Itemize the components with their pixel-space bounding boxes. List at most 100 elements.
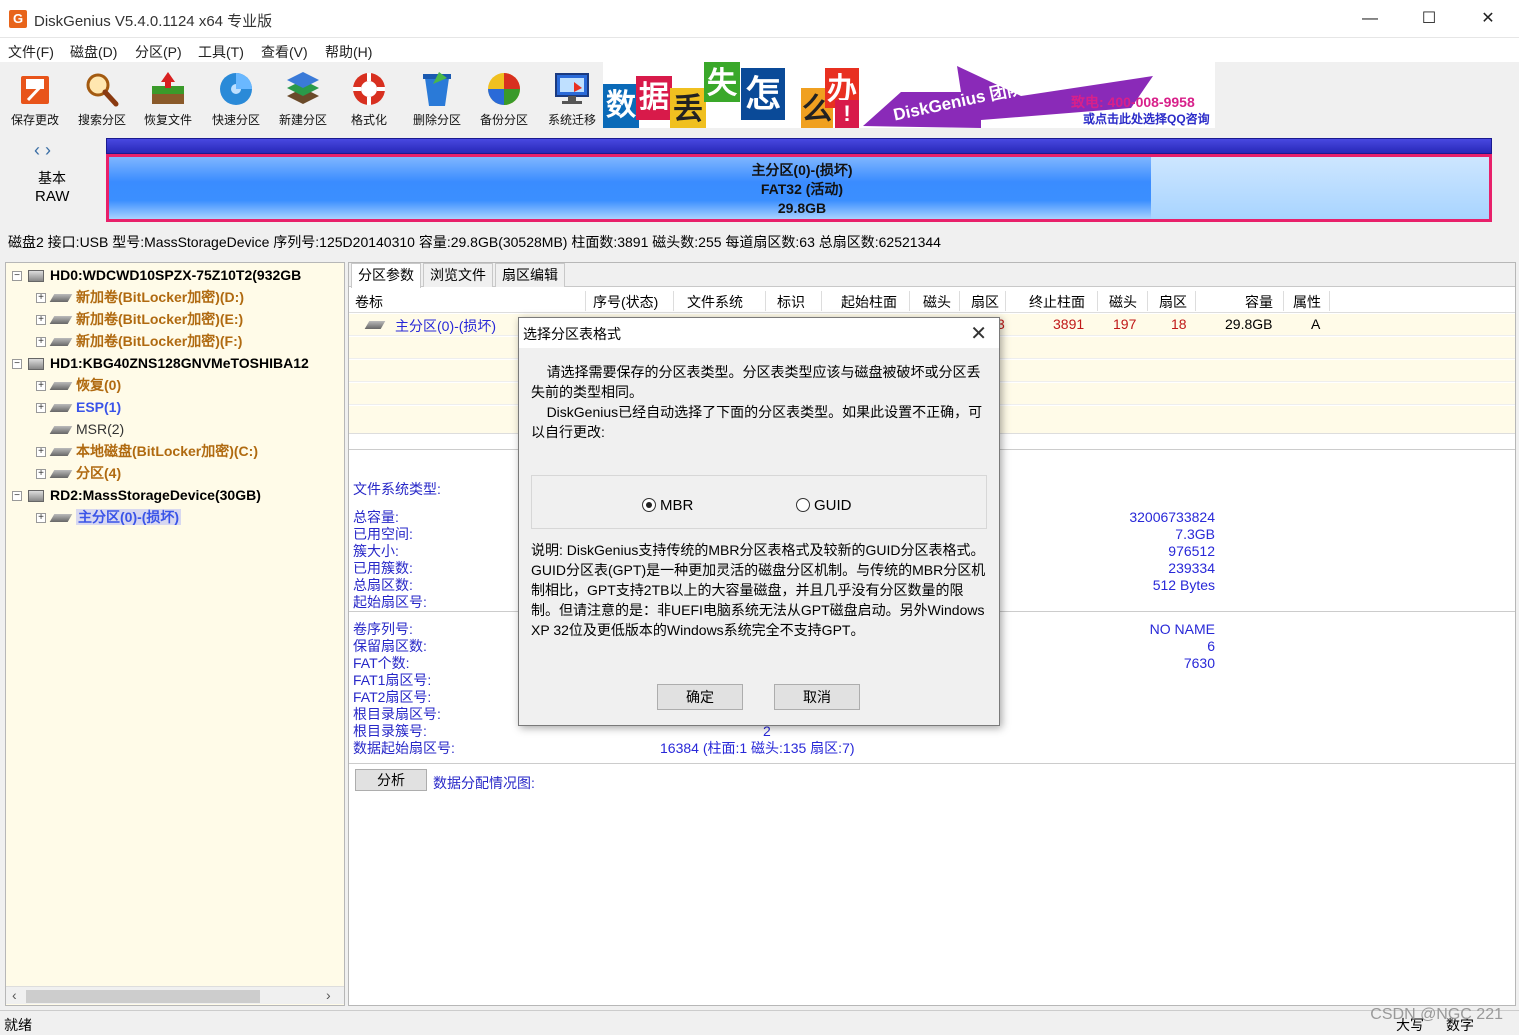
partition-icon	[49, 382, 73, 391]
tree-msr-partition[interactable]: MSR(2)	[49, 418, 124, 440]
hard-disk-icon	[28, 490, 44, 503]
search-partition-button[interactable]: 搜索分区	[70, 64, 134, 128]
system-migration-button[interactable]: 系统迁移	[540, 64, 604, 128]
quick-partition-button[interactable]: 快速分区	[204, 64, 268, 128]
collapse-icon[interactable]: −	[12, 491, 22, 502]
row-attribute: A	[1311, 316, 1321, 332]
menu-tools[interactable]: 工具(T)	[198, 42, 244, 62]
tree-volume-f[interactable]: + 新加卷(BitLocker加密)(F:)	[36, 330, 242, 352]
cancel-button[interactable]: 取消	[774, 684, 860, 710]
disk-nav-arrows[interactable]: ‹ ›	[34, 140, 51, 161]
save-changes-button[interactable]: 保存更改	[3, 64, 67, 128]
row-end-head: 197	[1113, 316, 1137, 332]
col-start-head[interactable]: 磁头	[923, 292, 951, 312]
dialog-title: 选择分区表格式	[523, 326, 621, 342]
tree-volume-d[interactable]: + 新加卷(BitLocker加密)(D:)	[36, 286, 244, 308]
dialog-intro-text: 请选择需要保存的分区表类型。分区表类型应该与磁盘被破坏或分区丢失前的类型相同。 …	[531, 364, 983, 440]
guid-radio[interactable]: GUID	[796, 497, 852, 514]
dialog-close-icon[interactable]: ✕	[970, 321, 987, 346]
app-logo-icon: G	[9, 10, 27, 28]
tree-volume-e[interactable]: + 新加卷(BitLocker加密)(E:)	[36, 308, 243, 330]
info-value-reserved: 6	[1207, 638, 1215, 654]
tab-partition-params[interactable]: 分区参数	[351, 263, 421, 288]
collapse-icon[interactable]: −	[12, 271, 22, 282]
col-start-cylinder[interactable]: 起始柱面	[841, 292, 897, 312]
banner-qq-link[interactable]: 或点击此处选择QQ咨询	[1083, 110, 1210, 127]
info-label-fat1-sector: FAT1扇区号:	[353, 672, 432, 688]
row-end-sector: 18	[1171, 316, 1187, 332]
hard-disk-icon	[28, 270, 44, 283]
expand-icon[interactable]: +	[36, 381, 46, 392]
tree-esp-partition[interactable]: + ESP(1)	[36, 396, 121, 418]
disk-info-line: 磁盘2 接口:USB 型号:MassStorageDevice 序列号:125D…	[8, 234, 941, 250]
backup-partition-button[interactable]: 备份分区	[472, 64, 536, 128]
tree-partition-4[interactable]: + 分区(4)	[36, 462, 121, 484]
info-value-used-clusters: 239334	[1168, 560, 1215, 576]
expand-icon[interactable]: +	[36, 403, 46, 414]
recover-files-button[interactable]: 恢复文件	[136, 64, 200, 128]
partition-block[interactable]: 主分区(0)-(损坏) FAT32 (活动) 29.8GB	[106, 154, 1492, 222]
expand-icon[interactable]: +	[36, 447, 46, 458]
status-bar: 就绪 大写 数字	[0, 1010, 1519, 1034]
disk-capacity-bar	[106, 138, 1492, 154]
menu-file[interactable]: 文件(F)	[8, 42, 54, 62]
expand-icon[interactable]: +	[36, 293, 46, 304]
disk-map: ‹ › 基本 RAW 主分区(0)-(损坏) FAT32 (活动) 29.8GB	[0, 132, 1519, 228]
disk-kind-label: RAW	[35, 188, 70, 205]
tree-disk-hd0[interactable]: − HD0:WDCWD10SPZX-75Z10T2(932GB	[12, 264, 301, 286]
collapse-icon[interactable]: −	[12, 359, 22, 370]
mbr-radio[interactable]: MBR	[642, 497, 693, 514]
col-flag[interactable]: 标识	[777, 292, 805, 312]
tab-browse-files[interactable]: 浏览文件	[423, 263, 493, 287]
expand-icon[interactable]: +	[36, 315, 46, 326]
tree-disk-rd2[interactable]: − RD2:MassStorageDevice(30GB)	[12, 484, 261, 506]
info-value-cluster-size: 976512	[1168, 543, 1215, 559]
maximize-button[interactable]: ☐	[1400, 0, 1458, 38]
format-button[interactable]: 格式化	[337, 64, 401, 128]
tree-volume-c[interactable]: + 本地磁盘(BitLocker加密)(C:)	[36, 440, 258, 462]
col-index[interactable]: 序号(状态)	[593, 292, 658, 312]
delete-partition-button[interactable]: 删除分区	[405, 64, 469, 128]
col-filesystem[interactable]: 文件系统	[687, 292, 743, 312]
tab-sector-edit[interactable]: 扇区编辑	[495, 263, 565, 287]
col-end-sector[interactable]: 扇区	[1159, 292, 1187, 312]
info-value-used-space: 7.3GB	[1175, 526, 1215, 542]
row-volume-label: 主分区(0)-(损坏)	[395, 318, 497, 334]
scrollbar-thumb[interactable]	[26, 990, 260, 1003]
ok-button[interactable]: 确定	[657, 684, 743, 710]
tab-strip: 分区参数 浏览文件 扇区编辑	[349, 263, 1515, 288]
col-capacity[interactable]: 容量	[1245, 292, 1273, 312]
tree-horizontal-scrollbar[interactable]: ‹ ›	[6, 986, 344, 1004]
col-volume-label[interactable]: 卷标	[355, 292, 383, 312]
new-partition-button[interactable]: 新建分区	[271, 64, 335, 128]
tree-primary-partition-0[interactable]: + 主分区(0)-(损坏)	[36, 506, 182, 528]
col-end-head[interactable]: 磁头	[1109, 292, 1137, 312]
menu-help[interactable]: 帮助(H)	[325, 42, 372, 62]
dialog-title-bar: 选择分区表格式 ✕	[519, 318, 999, 348]
info-value-volume-label: NO NAME	[1149, 621, 1215, 637]
advertisement-banner[interactable]: 数 据 丢 失 怎 么 办 ! DiskGenius 团队为您服务 致电: 40…	[603, 62, 1215, 128]
info-label-total-sectors: 总扇区数:	[353, 577, 413, 593]
info-value-data-start: 16384 (柱面:1 磁头:135 扇区:7)	[660, 740, 855, 756]
info-label-fat-count: FAT个数:	[353, 655, 410, 671]
info-label-cluster-size: 簇大小:	[353, 543, 399, 559]
col-attribute[interactable]: 属性	[1293, 292, 1321, 312]
close-button[interactable]: ✕	[1459, 0, 1517, 38]
window-title: DiskGenius V5.4.0.1124 x64 专业版	[34, 13, 273, 30]
scroll-right-icon[interactable]: ›	[326, 987, 331, 1003]
menu-disk[interactable]: 磁盘(D)	[70, 42, 117, 62]
menu-partition[interactable]: 分区(P)	[135, 42, 182, 62]
menu-view[interactable]: 查看(V)	[261, 42, 308, 62]
disk-type-label: 基本	[38, 170, 66, 186]
expand-icon[interactable]: +	[36, 469, 46, 480]
minimize-button[interactable]: —	[1341, 0, 1399, 38]
scroll-left-icon[interactable]: ‹	[12, 987, 17, 1003]
analyze-button[interactable]: 分析	[355, 769, 427, 791]
tree-recovery-partition[interactable]: + 恢复(0)	[36, 374, 121, 396]
col-start-sector[interactable]: 扇区	[971, 292, 999, 312]
partition-icon	[49, 294, 73, 303]
expand-icon[interactable]: +	[36, 337, 46, 348]
expand-icon[interactable]: +	[36, 513, 46, 524]
tree-disk-hd1[interactable]: − HD1:KBG40ZNS128GNVMeTOSHIBA12	[12, 352, 309, 374]
col-end-cylinder[interactable]: 终止柱面	[1029, 292, 1085, 312]
